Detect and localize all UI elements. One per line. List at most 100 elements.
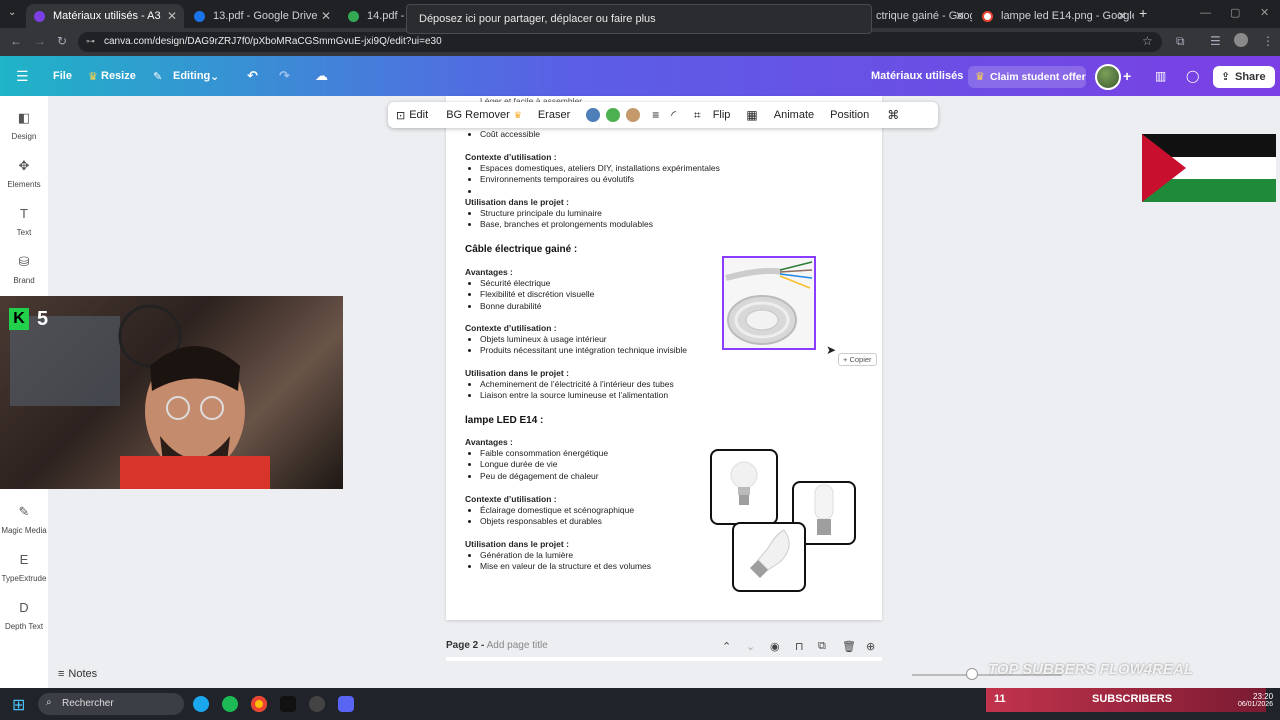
back-icon[interactable]: ← [10,34,22,48]
page-title-input[interactable]: Add page title [487,640,548,651]
bulb-image-candle[interactable] [732,522,806,592]
copy-style-paint-roller-icon[interactable]: ⌘ [887,108,899,122]
cable-image[interactable] [722,256,816,350]
file-menu[interactable]: File [53,70,72,82]
new-tab-button[interactable]: + [1139,5,1147,21]
sidebar-item-label: Elements [7,180,41,189]
search-label: Rechercher [62,698,114,709]
profile-avatar[interactable] [1234,33,1248,47]
list-item: Espaces domestiques, ateliers DIY, insta… [480,163,720,174]
reload-icon[interactable]: ↻ [57,34,67,48]
claim-student-offer-button[interactable]: ♛ Claim student offer [968,66,1086,88]
bookmark-star-icon[interactable]: ☆ [1142,34,1153,48]
sidebar-item-label: Brand [13,276,35,285]
spotify-icon[interactable] [222,696,238,712]
sidebar-item-brand[interactable]: ⛁ Brand [0,254,48,285]
edge-icon[interactable] [193,696,209,712]
redo-icon[interactable]: ↷ [279,68,290,84]
notes-label: Notes [68,668,98,680]
page-down-chevron-icon[interactable]: ⌄ [746,640,755,653]
tab-lampe-search[interactable]: lampe led E14.png - Google Se ✕ [974,4,1134,28]
close-tab-icon[interactable]: ✕ [321,9,331,23]
design-icon: ◧ [17,110,31,125]
tab-materiaux[interactable]: Matériaux utilisés - A3 ✕ [26,4,184,28]
drive-favicon-icon [194,10,205,22]
close-tab-icon[interactable]: ✕ [1117,9,1127,23]
crop-icon[interactable]: ⌗ [694,108,701,123]
usage-label: Utilisation dans le projet : [465,539,569,549]
site-info-icon[interactable]: ⊶ [86,36,95,47]
taskbar-search[interactable]: ⌕ Rechercher [38,693,184,715]
edit-button[interactable]: Edit [409,109,428,121]
add-page-icon[interactable]: ⊕ [866,640,875,653]
resize-button[interactable]: Resize [101,70,136,82]
notes-button[interactable]: ≡ Notes [58,668,97,680]
close-tab-icon[interactable]: ✕ [167,9,177,23]
sidebar-item-magic-media[interactable]: ✎ Magic Media [0,504,48,535]
steam-icon[interactable] [309,696,325,712]
position-button[interactable]: Position [830,109,869,121]
insights-chart-icon[interactable]: ▥ [1155,69,1166,83]
user-avatar[interactable] [1095,64,1121,90]
hide-page-icon[interactable]: ◉ [770,640,780,653]
corner-rounding-icon[interactable]: ◜ [671,108,676,122]
cloud-save-icon[interactable]: ☁ [315,68,328,84]
sidebar-item-text[interactable]: T Text [0,206,48,237]
design-title[interactable]: Matériaux utilisés [871,70,963,82]
transparency-icon[interactable]: ▦ [746,108,757,122]
undo-icon[interactable]: ↶ [247,68,258,84]
drive-favicon-icon [348,10,359,22]
chrome-icon[interactable] [251,696,267,712]
border-style-icon[interactable]: ≡ [652,108,659,122]
list-item: Génération de la lumière [480,550,651,561]
bulb-image-round[interactable] [710,449,778,525]
zoom-slider-thumb[interactable] [966,668,978,680]
list-item: Base, branches et prolongements modulabl… [480,219,653,230]
delete-page-icon[interactable]: 🗑 [842,640,856,653]
color-swatch-blue[interactable] [586,108,601,122]
sidebar-item-elements[interactable]: ✥ Elements [0,158,48,189]
sidebar-item-typeextrude[interactable]: E TypeExtrude [0,552,48,583]
sidebar-item-design[interactable]: ◧ Design [0,110,48,141]
close-tab-icon[interactable]: ✕ [955,9,965,23]
flip-button[interactable]: Flip [713,109,731,121]
sidebar-item-label: Text [16,228,32,237]
chrome-menu-icon[interactable]: ⋮ [1262,34,1274,48]
extensions-icon[interactable]: ⧉ [1176,34,1185,49]
url-bar[interactable]: canva.com/design/DAG9rZRJ7f0/pXboMRaCGSm… [78,32,1162,52]
forward-icon[interactable]: → [34,34,46,48]
discord-icon[interactable] [338,696,354,712]
animate-button[interactable]: Animate [774,109,814,121]
share-button[interactable]: ⇪ Share [1213,66,1275,88]
lock-page-icon[interactable]: ⊓ [795,640,804,653]
subscribers-label: SUBSCRIBERS [1092,693,1173,705]
tab-search-icon[interactable]: ⌄ [8,7,16,18]
add-collaborator-icon[interactable]: + [1123,68,1131,84]
eraser-button[interactable]: Eraser [538,109,570,121]
maximize-icon[interactable]: ▢ [1230,6,1240,19]
text-icon: T [20,206,28,221]
editing-mode-button[interactable]: Editing [173,70,210,82]
sidebar-item-depth-text[interactable]: D Depth Text [0,600,48,631]
duplicate-page-icon[interactable]: ⧉ [818,640,826,653]
tab-label: 14.pdf - Goo [367,10,410,22]
tiktok-icon[interactable] [280,696,296,712]
menu-hamburger-icon[interactable]: ☰ [16,68,29,85]
minimize-icon[interactable]: — [1200,7,1211,19]
tab-drive-13[interactable]: 13.pdf - Google Drive ✕ [186,4,338,28]
context-label: Contexte d’utilisation : [465,494,557,504]
usage-label: Utilisation dans le projet : [465,197,569,207]
close-window-icon[interactable]: ✕ [1260,6,1269,19]
page-up-chevron-icon[interactable]: ⌃ [722,640,731,653]
tab-search-list-icon[interactable]: ☰ [1210,34,1221,48]
color-swatch-green[interactable] [606,108,621,122]
color-swatch-tan[interactable] [626,108,641,122]
tab-drive-14[interactable]: 14.pdf - Goo [340,4,410,28]
bg-remover-button[interactable]: BG Remover [446,109,510,121]
crown-icon: ♛ [975,71,985,83]
list-item: Coût accessible [480,129,540,140]
windows-start-icon[interactable]: ⊞ [12,695,25,715]
context-list-1: Espaces domestiques, ateliers DIY, insta… [466,163,720,197]
comments-icon[interactable]: ◯ [1186,69,1199,83]
tab-cable-search[interactable]: ctrique gainé - Googl ✕ [868,4,972,28]
